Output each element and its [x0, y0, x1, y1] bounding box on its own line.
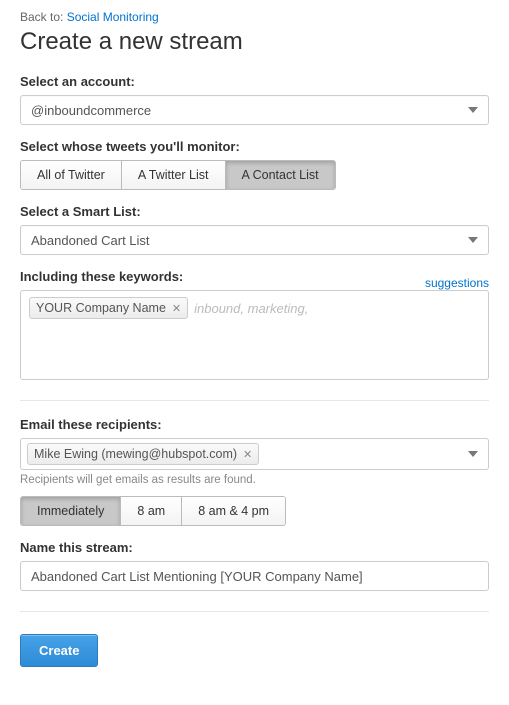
- monitor-option-0[interactable]: All of Twitter: [21, 161, 122, 189]
- suggestions-link[interactable]: suggestions: [425, 276, 489, 290]
- frequency-segmented: Immediately8 am8 am & 4 pm: [20, 496, 286, 526]
- remove-icon[interactable]: ✕: [243, 448, 252, 461]
- recipient-tag-label: Mike Ewing (mewing@hubspot.com): [34, 447, 237, 461]
- monitor-option-2[interactable]: A Contact List: [226, 161, 335, 189]
- back-link[interactable]: Social Monitoring: [67, 10, 159, 24]
- account-value: @inboundcommerce: [31, 103, 151, 118]
- keyword-tag: YOUR Company Name ✕: [29, 297, 188, 319]
- recipients-select[interactable]: Mike Ewing (mewing@hubspot.com) ✕: [20, 438, 489, 470]
- keywords-label: Including these keywords:: [20, 269, 183, 284]
- divider: [20, 611, 489, 612]
- keywords-input[interactable]: YOUR Company Name ✕ inbound, marketing,: [20, 290, 489, 380]
- smartlist-label: Select a Smart List:: [20, 204, 489, 219]
- chevron-down-icon: [468, 451, 478, 457]
- create-button[interactable]: Create: [20, 634, 98, 667]
- back-prefix: Back to:: [20, 10, 67, 24]
- divider: [20, 400, 489, 401]
- frequency-option-0[interactable]: Immediately: [21, 497, 121, 525]
- chevron-down-icon: [468, 237, 478, 243]
- name-label: Name this stream:: [20, 540, 489, 555]
- keyword-tag-label: YOUR Company Name: [36, 301, 166, 315]
- page-title: Create a new stream: [20, 28, 489, 56]
- breadcrumb: Back to: Social Monitoring: [20, 10, 489, 24]
- keywords-placeholder: inbound, marketing,: [192, 298, 310, 319]
- chevron-down-icon: [468, 107, 478, 113]
- smartlist-value: Abandoned Cart List: [31, 233, 150, 248]
- account-select[interactable]: @inboundcommerce: [20, 95, 489, 125]
- frequency-option-1[interactable]: 8 am: [121, 497, 182, 525]
- recipients-helper: Recipients will get emails as results ar…: [20, 474, 489, 486]
- frequency-option-2[interactable]: 8 am & 4 pm: [182, 497, 285, 525]
- smartlist-select[interactable]: Abandoned Cart List: [20, 225, 489, 255]
- recipient-tag: Mike Ewing (mewing@hubspot.com) ✕: [27, 443, 259, 465]
- stream-name-input[interactable]: [20, 561, 489, 591]
- account-label: Select an account:: [20, 74, 489, 89]
- monitor-option-1[interactable]: A Twitter List: [122, 161, 226, 189]
- recipients-label: Email these recipients:: [20, 417, 489, 432]
- remove-icon[interactable]: ✕: [172, 302, 181, 315]
- monitor-label: Select whose tweets you'll monitor:: [20, 139, 489, 154]
- monitor-segmented: All of TwitterA Twitter ListA Contact Li…: [20, 160, 336, 190]
